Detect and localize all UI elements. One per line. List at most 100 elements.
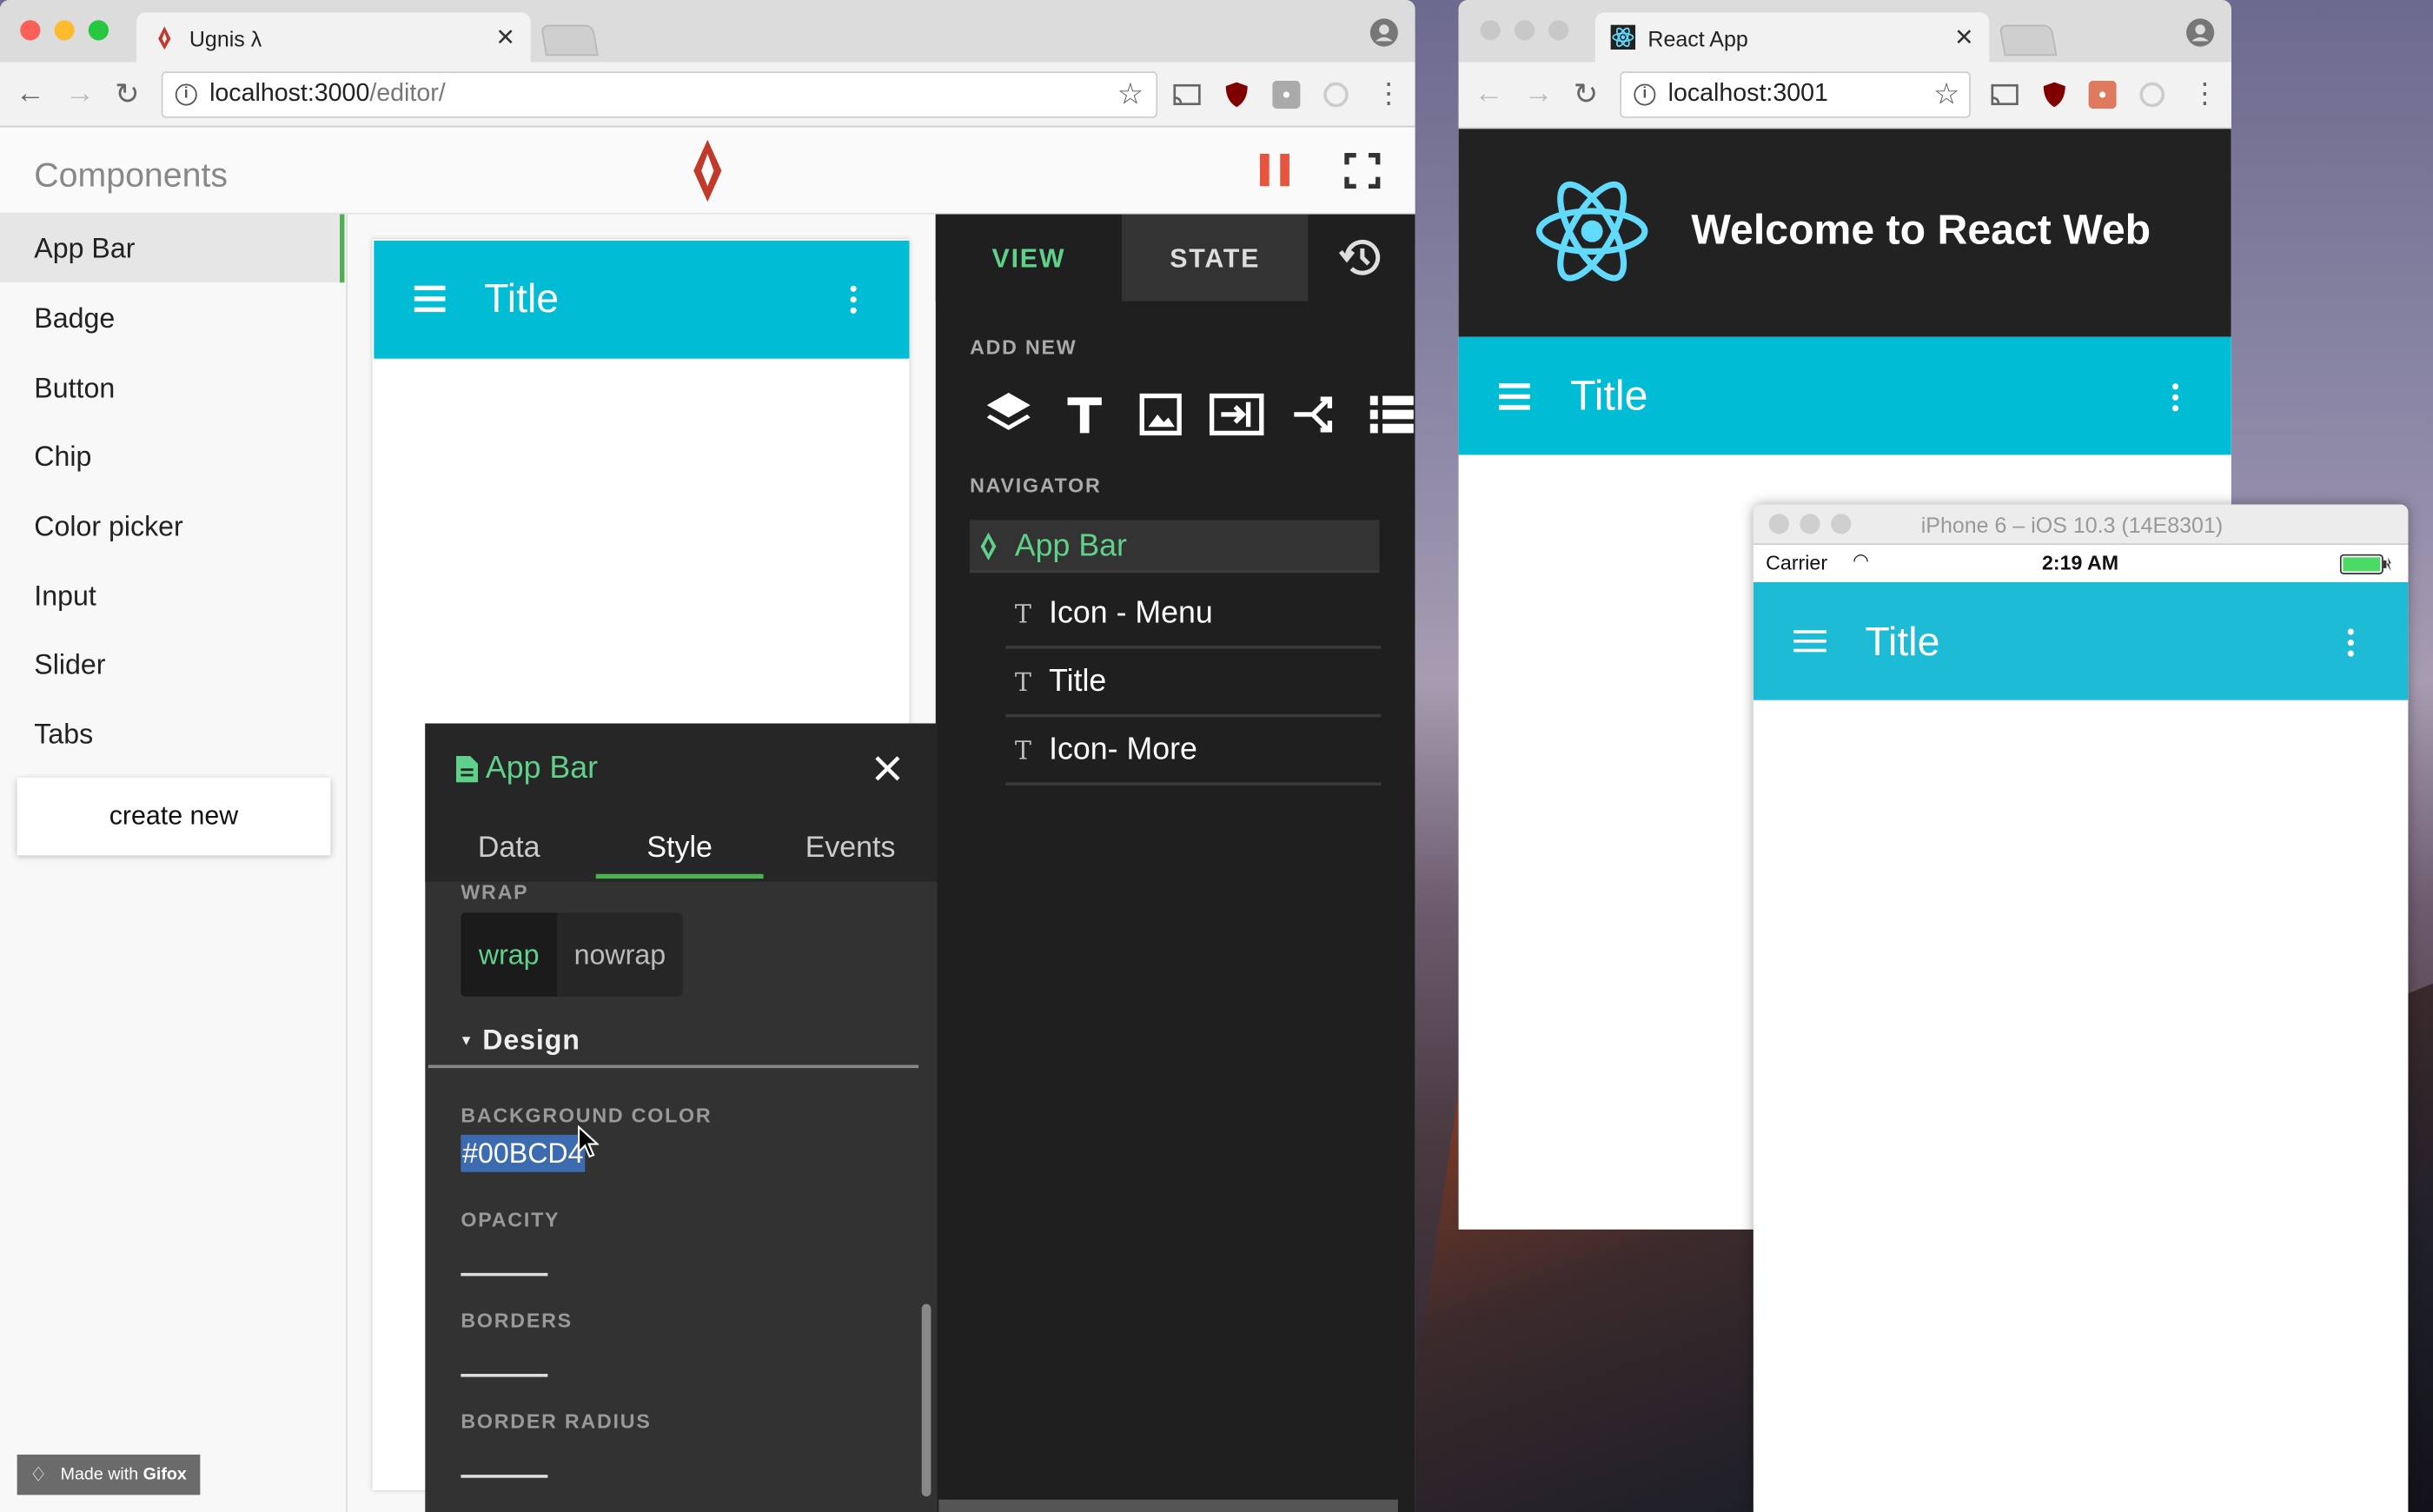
border-radius-input[interactable] xyxy=(461,1475,548,1478)
bookmark-star-icon[interactable]: ☆ xyxy=(1933,77,1959,113)
react-tab[interactable]: React App ✕ xyxy=(1594,12,1990,63)
close-tab-icon[interactable]: ✕ xyxy=(1954,23,1973,51)
ublock-icon[interactable] xyxy=(2040,81,2068,109)
browser-menu-icon[interactable]: ⋮ xyxy=(2191,77,2218,110)
minimize-window-button[interactable] xyxy=(54,20,75,41)
react-url-input[interactable]: i localhost:3001 ☆ xyxy=(1620,71,1971,118)
forward-icon[interactable]: → xyxy=(65,77,95,111)
editor-url-host: localhost:3000 xyxy=(209,80,370,108)
close-window-button[interactable] xyxy=(1480,20,1501,41)
navigator-item-label: Icon- More xyxy=(1049,733,1197,767)
close-window-button[interactable] xyxy=(1768,514,1789,534)
cast-icon[interactable] xyxy=(1991,81,2019,109)
react-header-title: Welcome to React Web xyxy=(1691,206,2151,254)
add-image-icon[interactable] xyxy=(1139,393,1183,436)
react-tab-bar: React App ✕ xyxy=(1458,0,2231,63)
navigator-item-icon-menu[interactable]: T Icon - Menu xyxy=(1005,580,1382,649)
add-new-label: ADD NEW xyxy=(970,335,1077,359)
background-color-label: BACKGROUND COLOR xyxy=(461,1104,713,1127)
history-icon[interactable] xyxy=(1337,233,1387,282)
minimize-window-button[interactable] xyxy=(1514,20,1535,41)
right-panel-scrollbar[interactable] xyxy=(938,1499,1398,1512)
fullscreen-button[interactable] xyxy=(1343,152,1381,189)
sidebar-item-button[interactable]: Button xyxy=(0,354,344,422)
border-radius-label: BORDER RADIUS xyxy=(461,1409,652,1433)
preview-appbar-title: Title xyxy=(484,275,560,322)
style-panel-scrollbar[interactable] xyxy=(921,1303,931,1497)
design-section-toggle[interactable]: ▼ Design xyxy=(460,1025,580,1058)
react-app-bar[interactable]: Title xyxy=(1458,336,2231,455)
preview-app-bar[interactable]: Title xyxy=(374,240,910,359)
react-header: Welcome to React Web xyxy=(1458,129,2231,337)
text-node-icon: T xyxy=(1014,735,1031,766)
gifox-badge: ♢ Made with Gifox xyxy=(17,1454,201,1495)
wrap-option-nowrap[interactable]: nowrap xyxy=(557,912,683,996)
react-devtools-icon[interactable] xyxy=(2088,80,2117,109)
editor-browser-window: Ugnis λ ✕ ← → ↻ i localhost:3000/editor/… xyxy=(0,0,1415,1512)
react-url-text: localhost:3001 xyxy=(1667,80,1828,108)
sidebar-item-badge[interactable]: Badge xyxy=(0,284,344,353)
add-input-icon[interactable] xyxy=(1209,393,1264,436)
pause-button[interactable] xyxy=(1259,153,1291,187)
site-info-icon[interactable]: i xyxy=(175,83,197,106)
ios-app-bar[interactable]: Title xyxy=(1753,581,2409,700)
extension-disabled-icon[interactable] xyxy=(1322,81,1349,109)
tab-state[interactable]: STATE xyxy=(1122,214,1309,302)
editor-address-bar: ← → ↻ i localhost:3000/editor/ ☆ ⋮ xyxy=(0,62,1415,128)
close-tab-icon[interactable]: ✕ xyxy=(495,23,514,51)
minimize-window-button[interactable] xyxy=(1800,514,1820,534)
new-tab-button[interactable] xyxy=(540,24,599,56)
background-color-input[interactable]: #00BCD4 xyxy=(461,1134,586,1172)
forward-icon[interactable]: → xyxy=(1524,77,1554,111)
profile-icon[interactable] xyxy=(2184,17,2216,49)
add-box-layers-icon[interactable] xyxy=(984,389,1033,439)
close-window-button[interactable] xyxy=(20,20,41,41)
editor-tab[interactable]: Ugnis λ ✕ xyxy=(136,12,531,63)
add-list-icon[interactable] xyxy=(1369,395,1415,434)
create-new-button[interactable]: create new xyxy=(17,778,331,856)
tab-events[interactable]: Events xyxy=(766,819,934,879)
ublock-icon[interactable] xyxy=(1223,81,1250,109)
zoom-window-button[interactable] xyxy=(88,20,109,41)
sidebar-item-chip[interactable]: Chip xyxy=(0,422,344,491)
profile-icon[interactable] xyxy=(1369,17,1400,49)
sidebar-item-color-picker[interactable]: Color picker xyxy=(0,492,344,560)
ugnis-node-icon xyxy=(980,532,997,560)
react-devtools-icon[interactable] xyxy=(1272,80,1301,109)
simulator-titlebar: iPhone 6 – iOS 10.3 (14E8301) xyxy=(1753,504,2409,546)
close-panel-icon[interactable] xyxy=(873,754,901,782)
extension-disabled-icon[interactable] xyxy=(2138,81,2166,109)
bookmark-star-icon[interactable]: ☆ xyxy=(1117,77,1144,113)
back-icon[interactable]: ← xyxy=(1474,77,1503,111)
add-text-icon[interactable] xyxy=(1064,395,1104,434)
zoom-window-button[interactable] xyxy=(1548,20,1569,41)
react-favicon-icon xyxy=(1610,24,1636,50)
site-info-icon[interactable]: i xyxy=(1634,83,1656,106)
tab-view[interactable]: VIEW xyxy=(935,214,1123,302)
navigator-item-icon-more[interactable]: T Icon- More xyxy=(1005,717,1382,786)
sidebar-item-tabs[interactable]: Tabs xyxy=(0,700,344,769)
zoom-window-button[interactable] xyxy=(1831,514,1852,534)
cast-icon[interactable] xyxy=(1173,81,1201,109)
editor-tab-title: Ugnis λ xyxy=(189,26,262,51)
sidebar-item-slider[interactable]: Slider xyxy=(0,630,344,699)
mouse-cursor-icon xyxy=(577,1125,600,1158)
wrap-option-wrap[interactable]: wrap xyxy=(461,912,558,997)
ios-appbar-title: Title xyxy=(1865,618,1940,665)
reload-icon[interactable]: ↻ xyxy=(115,77,139,113)
opacity-input[interactable] xyxy=(461,1272,548,1277)
tab-style[interactable]: Style xyxy=(595,819,764,879)
reload-icon[interactable]: ↻ xyxy=(1574,77,1598,113)
navigator-root-item[interactable]: App Bar xyxy=(970,520,1380,574)
sidebar-item-input[interactable]: Input xyxy=(0,562,344,631)
navigator-item-title[interactable]: T Title xyxy=(1005,649,1382,718)
editor-url-input[interactable]: i localhost:3000/editor/ ☆ xyxy=(161,71,1158,118)
sidebar-item-app-bar[interactable]: App Bar xyxy=(0,214,345,283)
tab-data[interactable]: Data xyxy=(425,819,593,879)
browser-menu-icon[interactable]: ⋮ xyxy=(1375,77,1402,110)
back-icon[interactable]: ← xyxy=(16,77,45,111)
add-conditional-icon[interactable] xyxy=(1291,393,1338,436)
borders-input[interactable] xyxy=(461,1374,548,1377)
gifox-brand: Gifox xyxy=(143,1465,187,1484)
new-tab-button[interactable] xyxy=(1999,24,2058,56)
